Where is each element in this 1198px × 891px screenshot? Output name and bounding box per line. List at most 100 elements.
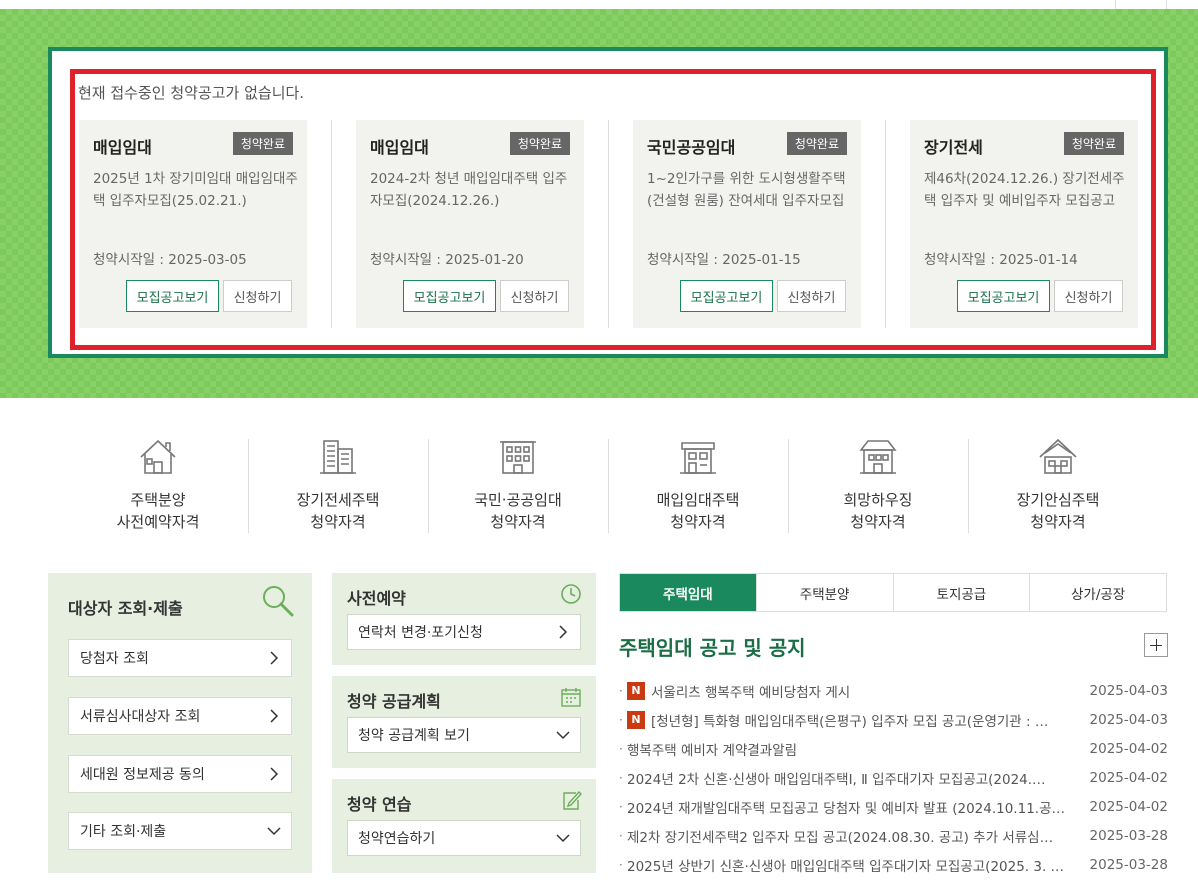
supply-plan-dropdown[interactable]: 청약 공급계획 보기 xyxy=(347,717,581,753)
card-title[interactable]: 제46차(2024.12.26.) 장기전세주택 입주자 및 예비입주자 모집공… xyxy=(924,168,1129,212)
card-divider xyxy=(608,120,609,328)
quick-item-hope-housing[interactable]: 희망하우징 청약자격 xyxy=(788,435,968,535)
link-label: 청약연습하기 xyxy=(358,831,436,847)
board-title: 주택임대 공고 및 공지 xyxy=(619,636,806,660)
notice-title[interactable]: 2024년 재개발임대주택 모집공고 당첨자 및 예비자 발표 (2024.10… xyxy=(627,797,1065,817)
quick-item-long-term-safe-housing[interactable]: 장기안심주택 청약자격 xyxy=(968,435,1148,535)
card-start-date: 청약시작일 : 2025-01-15 xyxy=(647,252,801,268)
more-notices-button[interactable] xyxy=(1144,633,1168,657)
calendar-icon xyxy=(561,688,581,707)
notice-item[interactable]: · 2025년 상반기 신혼·신생아 매입임대주택 입주대기자 모집공고(202… xyxy=(619,850,1168,879)
apply-button[interactable]: 신청하기 xyxy=(1054,280,1123,312)
notice-title[interactable]: 2025년 상반기 신혼·신생아 매입임대주택 입주대기자 모집공고(2025.… xyxy=(627,855,1064,875)
chevron-right-icon xyxy=(270,651,279,665)
notice-item[interactable]: · N 서울리츠 행복주택 예비당첨자 게시 2025-04-03 xyxy=(619,676,1168,705)
building-icon xyxy=(500,441,536,474)
clock-icon xyxy=(561,584,581,604)
search-icon xyxy=(263,586,294,617)
view-notice-button[interactable]: 모집공고보기 xyxy=(680,280,773,312)
link-label: 서류심사대상자 조회 xyxy=(80,709,201,725)
tab-land-supply[interactable]: 토지공급 xyxy=(892,574,1030,611)
notice-title[interactable]: 서울리츠 행복주택 예비당첨자 게시 xyxy=(651,681,850,701)
notice-tabs: 주택임대 주택분양 토지공급 상가/공장 xyxy=(619,573,1167,612)
notice-date: 2025-03-28 xyxy=(1089,856,1168,873)
panel-title: 대상자 조회·제출 xyxy=(68,599,183,618)
panel-title: 청약 공급계획 xyxy=(347,692,441,711)
card-start-date: 청약시작일 : 2025-01-14 xyxy=(924,252,1078,268)
card-category: 매입임대 xyxy=(93,138,152,157)
applicant-lookup-panel: 대상자 조회·제출 당첨자 조회 서류심사대상자 조회 세대원 정보제공 동의 … xyxy=(48,573,312,873)
card-title[interactable]: 2024-2차 청년 매입임대주택 입주자모집(2024.12.26.) xyxy=(370,168,575,212)
quick-item-label: 국민·공공임대 청약자격 xyxy=(474,491,562,531)
status-badge: 청약완료 xyxy=(1063,132,1124,155)
supply-plan-panel: 청약 공급계획 청약 공급계획 보기 xyxy=(332,676,596,768)
notice-date: 2025-04-02 xyxy=(1089,769,1168,786)
notice-title[interactable]: 제2차 장기전세주택2 입주자 모집 공고(2024.08.30. 공고) 추가… xyxy=(627,826,1053,846)
panel-title: 청약 연습 xyxy=(347,795,412,814)
new-badge: N xyxy=(627,681,645,700)
winner-lookup-link[interactable]: 당첨자 조회 xyxy=(68,639,292,677)
status-badge: 청약완료 xyxy=(509,132,570,155)
apartment-icon xyxy=(320,440,356,474)
card-category: 매입임대 xyxy=(370,138,429,157)
house-icon xyxy=(140,439,176,474)
card-divider xyxy=(885,120,886,328)
card-title[interactable]: 2025년 1차 장기미임대 매입임대주택 입주자모집(25.02.21.) xyxy=(93,168,298,212)
chevron-down-icon xyxy=(267,827,281,836)
chevron-down-icon xyxy=(556,731,570,740)
notice-title[interactable]: 2024년 2차 신혼·신생아 매입임대주택Ⅰ, Ⅱ 입주대기자 모집공고(20… xyxy=(627,768,1046,788)
pre-reservation-panel: 사전예약 연락처 변경·포기신청 xyxy=(332,573,596,665)
practice-panel: 청약 연습 청약연습하기 xyxy=(332,779,596,873)
announcement-card: 매입임대 청약완료 2025년 1차 장기미임대 매입임대주택 입주자모집(25… xyxy=(79,120,307,328)
quick-item-label: 장기안심주택 청약자격 xyxy=(1016,491,1100,531)
document-review-lookup-link[interactable]: 서류심사대상자 조회 xyxy=(68,697,292,735)
contact-change-link[interactable]: 연락처 변경·포기신청 xyxy=(347,614,581,650)
view-notice-button[interactable]: 모집공고보기 xyxy=(957,280,1050,312)
notice-date: 2025-04-02 xyxy=(1089,740,1168,757)
quick-item-long-term-jeonse[interactable]: 장기전세주택 청약자격 xyxy=(248,435,428,535)
practice-dropdown[interactable]: 청약연습하기 xyxy=(347,820,581,856)
new-badge: N xyxy=(627,710,645,729)
quick-item-public-rental[interactable]: 국민·공공임대 청약자격 xyxy=(428,435,608,535)
announcement-card: 매입임대 청약완료 2024-2차 청년 매입임대주택 입주자모집(2024.1… xyxy=(356,120,584,328)
announcement-cards: 매입임대 청약완료 2025년 1차 장기미임대 매입임대주택 입주자모집(25… xyxy=(79,120,1149,328)
tab-commercial-factory[interactable]: 상가/공장 xyxy=(1029,574,1166,611)
no-open-announcement-notice: 현재 접수중인 청약공고가 없습니다. xyxy=(78,84,305,102)
link-label: 연락처 변경·포기신청 xyxy=(358,625,483,641)
notice-date: 2025-04-03 xyxy=(1089,682,1168,699)
apply-button[interactable]: 신청하기 xyxy=(777,280,846,312)
chevron-right-icon xyxy=(270,767,279,781)
apply-button[interactable]: 신청하기 xyxy=(223,280,292,312)
card-category: 장기전세 xyxy=(924,138,983,157)
notice-item[interactable]: · 행복주택 예비자 계약결과알림 2025-04-02 xyxy=(619,734,1168,763)
tab-rental-housing[interactable]: 주택임대 xyxy=(620,574,756,611)
quick-item-label: 매입임대주택 청약자격 xyxy=(656,491,740,531)
link-label: 세대원 정보제공 동의 xyxy=(80,767,205,783)
household-consent-link[interactable]: 세대원 정보제공 동의 xyxy=(68,755,292,793)
notice-item[interactable]: · 제2차 장기전세주택2 입주자 모집 공고(2024.08.30. 공고) … xyxy=(619,821,1168,850)
chevron-right-icon xyxy=(559,625,568,639)
status-badge: 청약완료 xyxy=(232,132,293,155)
apply-button[interactable]: 신청하기 xyxy=(500,280,569,312)
quick-item-presale-eligibility[interactable]: 주택분양 사전예약자격 xyxy=(68,435,248,535)
home-icon xyxy=(1039,438,1077,474)
townhouse-icon xyxy=(680,442,716,474)
announcement-card: 국민공공임대 청약완료 1~2인가구를 위한 도시형생활주택(건설형 원룸) 잔… xyxy=(633,120,861,328)
notice-item[interactable]: · N [청년형] 특화형 매입임대주택(은평구) 입주자 모집 공고(운영기관… xyxy=(619,705,1168,734)
card-title[interactable]: 1~2인가구를 위한 도시형생활주택(건설형 원룸) 잔여세대 입주자모집 xyxy=(647,168,852,212)
view-notice-button[interactable]: 모집공고보기 xyxy=(126,280,219,312)
tab-housing-sale[interactable]: 주택분양 xyxy=(755,574,893,611)
notice-title[interactable]: 행복주택 예비자 계약결과알림 xyxy=(627,739,797,759)
quick-item-label: 희망하우징 청약자격 xyxy=(843,491,913,531)
notice-date: 2025-03-28 xyxy=(1089,827,1168,844)
quick-item-label: 주택분양 사전예약자격 xyxy=(116,491,200,531)
quick-item-purchase-rental[interactable]: 매입임대주택 청약자격 xyxy=(608,435,788,535)
notice-title[interactable]: [청년형] 특화형 매입임대주택(은평구) 입주자 모집 공고(운영기관 : … xyxy=(651,710,1048,730)
eligibility-quick-menu: 주택분양 사전예약자격 장기전세주택 청약자격 국민·공공임대 청약자격 매입임… xyxy=(68,435,1148,535)
notice-item[interactable]: · 2024년 2차 신혼·신생아 매입임대주택Ⅰ, Ⅱ 입주대기자 모집공고(… xyxy=(619,763,1168,792)
dormitory-icon xyxy=(859,440,897,474)
notice-item[interactable]: · 2024년 재개발임대주택 모집공고 당첨자 및 예비자 발표 (2024.… xyxy=(619,792,1168,821)
notice-date: 2025-04-03 xyxy=(1089,711,1168,728)
other-lookup-dropdown[interactable]: 기타 조회·제출 xyxy=(68,812,292,850)
view-notice-button[interactable]: 모집공고보기 xyxy=(403,280,496,312)
